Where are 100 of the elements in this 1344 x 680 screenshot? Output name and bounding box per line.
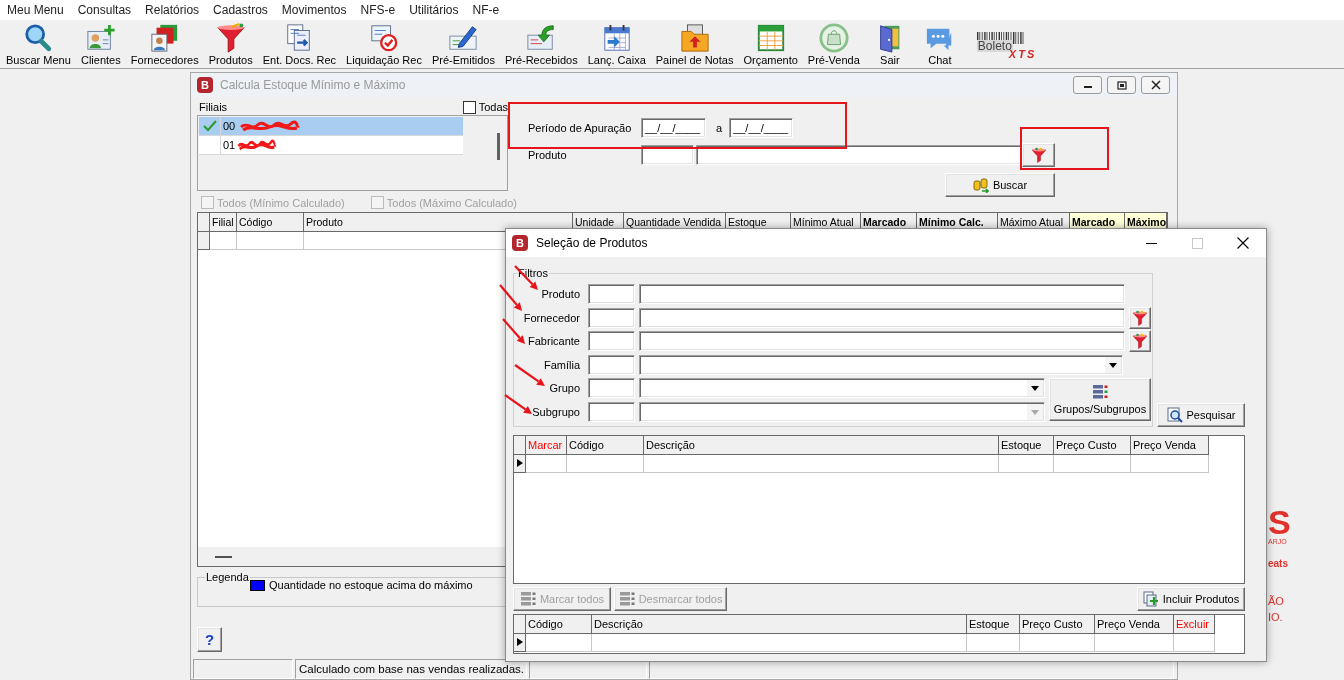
app-logo: B (197, 77, 213, 93)
funnel-icon (1132, 333, 1148, 349)
field-label: Subgrupo (531, 404, 581, 420)
column-header[interactable]: Preço Venda (1095, 614, 1174, 634)
column-header[interactable]: Descrição (592, 614, 967, 634)
include-button[interactable]: Incluir Produtos (1137, 586, 1245, 611)
toolbar-button[interactable]: Lanç. Caixa (582, 23, 651, 68)
menu-item[interactable]: Movimentos (281, 2, 347, 18)
menu-item[interactable]: Consultas (77, 2, 132, 18)
groups-button[interactable]: Grupos/Subgrupos (1049, 378, 1151, 421)
toolbar-button[interactable]: Produtos (203, 23, 258, 68)
menu-item[interactable]: NFS-e (360, 2, 396, 18)
restore-button[interactable] (1107, 76, 1136, 94)
documents-plus-icon (1142, 590, 1159, 607)
code-input[interactable] (588, 331, 635, 351)
column-header[interactable]: Estoque (999, 435, 1054, 455)
filter-button[interactable] (1129, 306, 1151, 329)
close-button[interactable] (1141, 76, 1170, 94)
list-item[interactable]: 00 (199, 117, 463, 136)
group-title: Legenda (205, 571, 250, 583)
toolbar-button[interactable]: Ent. Docs. Rec (257, 23, 342, 68)
checkbox[interactable] (462, 100, 476, 114)
logo-mark: XTS (1008, 49, 1037, 60)
column-header[interactable]: Produto (304, 213, 573, 232)
text-input[interactable] (696, 145, 1022, 165)
toolbar-button[interactable]: Chat (914, 23, 965, 68)
toolbar-button[interactable]: Liquidação Rec (341, 23, 427, 68)
column-header[interactable]: Filial (210, 213, 237, 232)
filter-button[interactable] (1022, 143, 1055, 167)
menu-item[interactable]: NF-e (472, 2, 500, 18)
code-input[interactable] (588, 354, 635, 375)
spreadsheet-icon (755, 23, 786, 53)
code-input[interactable] (588, 284, 635, 304)
row-pointer-icon (515, 638, 524, 646)
date-input[interactable]: __/__/____ (729, 118, 794, 138)
list-item[interactable]: 01 (199, 136, 463, 155)
maximize-icon (1191, 237, 1203, 249)
logo-fragment-text: eats (1268, 558, 1288, 570)
field-label: Grupo (548, 381, 581, 396)
scrollbar-thumb[interactable] (497, 133, 500, 160)
checkbox-label: Todos (Máximo Calculado) (386, 196, 517, 209)
checkbox-label: Todas (478, 101, 508, 113)
menu-item[interactable]: Relatórios (145, 2, 200, 18)
list-icon (519, 590, 536, 607)
toolbar-button[interactable]: Sair (864, 23, 915, 68)
section-label: Filiais (199, 101, 228, 113)
column-header[interactable]: Código (237, 213, 304, 232)
column-header[interactable]: Estoque (967, 614, 1020, 634)
code-input[interactable] (588, 401, 635, 422)
dropdown[interactable] (639, 378, 1045, 398)
search-icon (23, 23, 54, 53)
column-header[interactable]: Preço Custo (1054, 435, 1131, 455)
column-header[interactable]: Excluir (1174, 614, 1215, 634)
toolbar-button[interactable]: Painel de Notas (650, 23, 739, 68)
toolbar-button[interactable]: Orçamento (738, 23, 803, 68)
date-input[interactable]: __/__/____ (641, 118, 706, 138)
column-header[interactable]: Preço Venda (1131, 435, 1209, 455)
column-header[interactable]: Descrição (644, 435, 999, 455)
toolbar-button[interactable]: Pré-Emitidos (426, 23, 500, 68)
logo-fragment-text: IO. (1268, 611, 1283, 623)
shopping-bag-icon (818, 23, 849, 53)
text-input[interactable] (639, 331, 1125, 351)
scrollbar-thumb[interactable] (215, 556, 232, 558)
close-icon (1237, 237, 1249, 249)
menu-item[interactable]: Cadastros (213, 2, 268, 18)
table-cell (237, 232, 304, 250)
toolbar-button[interactable]: Pré-Venda (802, 23, 865, 68)
toolbar-button[interactable]: Clientes (75, 23, 126, 68)
search-button[interactable]: Pesquisar (1157, 402, 1245, 427)
search-button[interactable]: Buscar (945, 173, 1055, 197)
minimize-button[interactable] (1073, 76, 1102, 94)
funnel-icon (215, 23, 246, 53)
field-label: Fabricante (527, 334, 581, 349)
people-folder-icon (149, 23, 180, 53)
column-header[interactable]: Preço Custo (1020, 614, 1095, 634)
dropdown[interactable] (639, 401, 1045, 422)
logo-fragment-text: ÃO (1268, 595, 1284, 607)
funnel-icon (1132, 309, 1148, 326)
legend-label: Quantidade no estoque acima do máximo (269, 579, 473, 591)
code-input[interactable] (588, 307, 635, 328)
code-input[interactable] (588, 378, 635, 398)
toolbar-button[interactable]: Buscar Menu (1, 23, 76, 68)
calendar-arrow-icon (601, 23, 632, 53)
menu-item[interactable]: Meu Menu (7, 2, 64, 18)
filter-button[interactable] (1129, 330, 1151, 352)
toolbar-button[interactable]: Pré-Recebidos (499, 23, 583, 68)
help-button[interactable]: ? (197, 627, 222, 652)
field-label: Produto (540, 287, 581, 302)
column-header[interactable]: Marcar (526, 435, 567, 455)
binoculars-icon (972, 177, 989, 193)
text-input[interactable] (639, 307, 1125, 328)
dialog-title: Seleção de Produtos (536, 236, 648, 250)
text-input[interactable] (639, 284, 1125, 304)
dropdown[interactable] (639, 354, 1123, 375)
column-header[interactable]: Código (526, 614, 592, 634)
toolbar-button[interactable]: Fornecedores (125, 23, 204, 68)
close-icon (1150, 80, 1161, 90)
column-header[interactable]: Código (567, 435, 644, 455)
menu-item[interactable]: Utilitários (409, 2, 459, 18)
code-input[interactable] (641, 145, 694, 165)
